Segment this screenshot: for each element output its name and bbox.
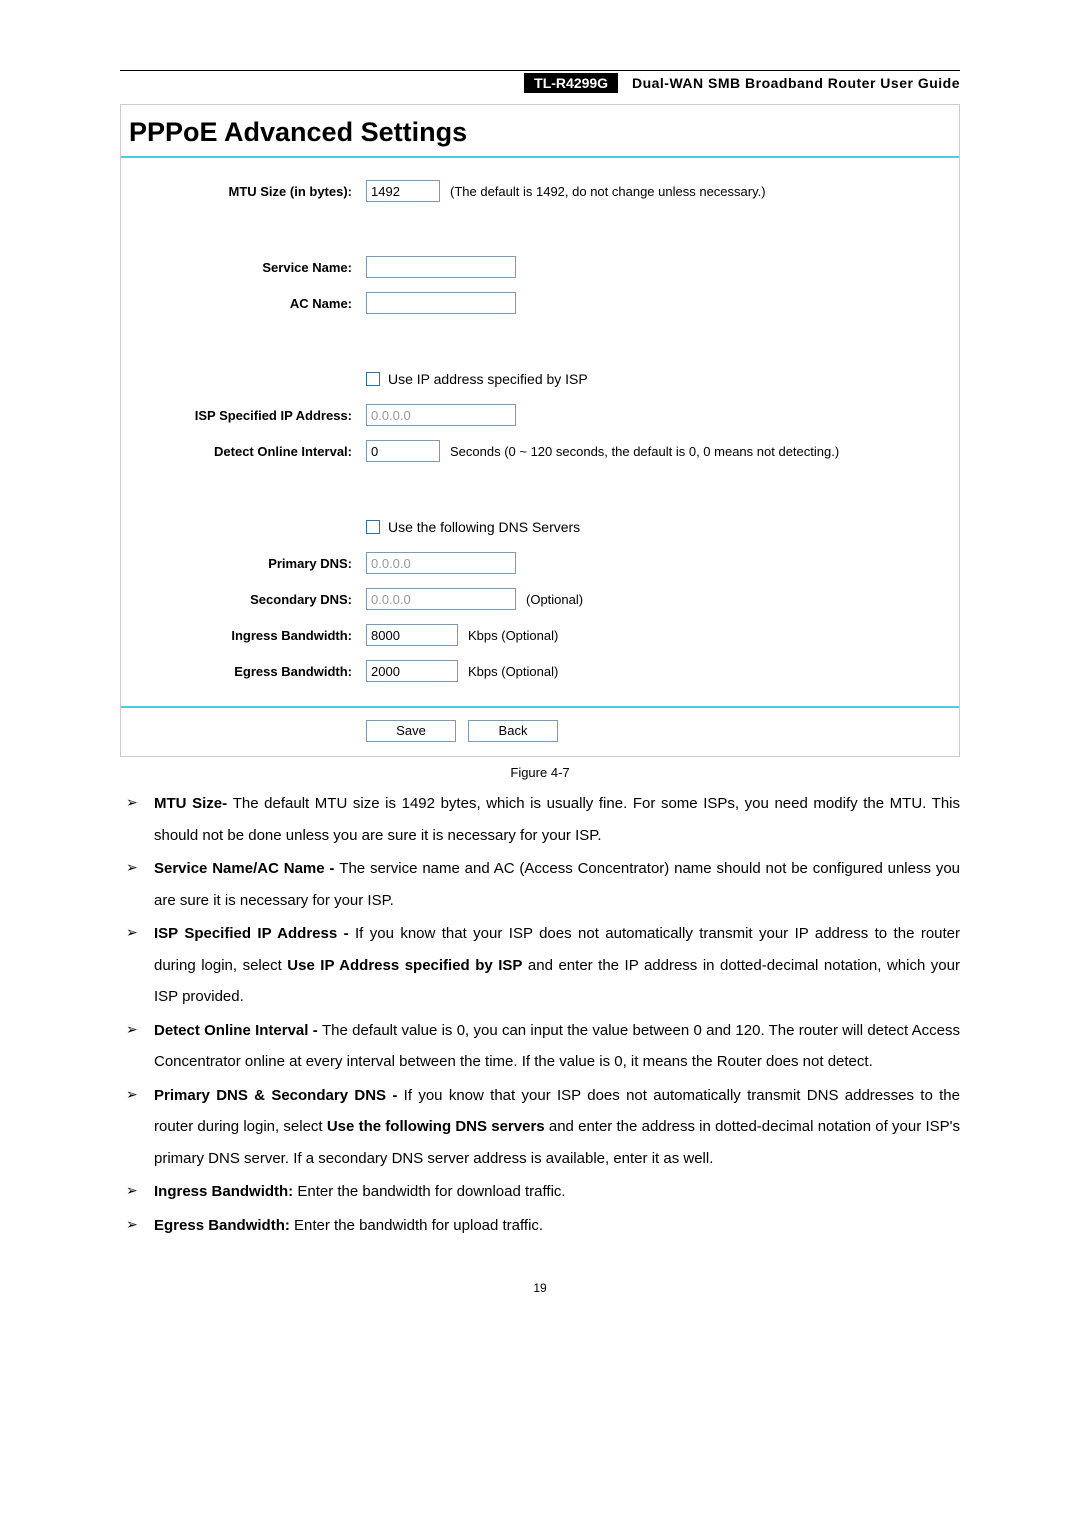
figure-caption: Figure 4-7 — [120, 765, 960, 780]
ingress-bw-label: Ingress Bandwidth: — [131, 628, 366, 643]
ingress-bw-input[interactable] — [366, 624, 458, 646]
primary-dns-label: Primary DNS: — [131, 556, 366, 571]
header-title: Dual-WAN SMB Broadband Router User Guide — [622, 75, 960, 91]
settings-panel: PPPoE Advanced Settings MTU Size (in byt… — [120, 104, 960, 757]
page-number: 19 — [120, 1281, 960, 1295]
detect-interval-label: Detect Online Interval: — [131, 444, 366, 459]
detect-interval-hint: Seconds (0 ~ 120 seconds, the default is… — [450, 444, 839, 459]
isp-ip-label: ISP Specified IP Address: — [131, 408, 366, 423]
save-button[interactable]: Save — [366, 720, 456, 742]
desc-dns: Primary DNS & Secondary DNS - If you kno… — [120, 1080, 960, 1175]
primary-dns-input[interactable] — [366, 552, 516, 574]
header-model: TL-R4299G — [524, 73, 618, 93]
desc-service-name: Service Name/AC Name - The service name … — [120, 853, 960, 916]
use-dns-checkbox[interactable] — [366, 520, 380, 534]
use-isp-ip-checkbox[interactable] — [366, 372, 380, 386]
egress-bw-label: Egress Bandwidth: — [131, 664, 366, 679]
panel-heading: PPPoE Advanced Settings — [121, 105, 959, 158]
detect-interval-input[interactable] — [366, 440, 440, 462]
page-header: TL-R4299G Dual-WAN SMB Broadband Router … — [120, 70, 960, 94]
use-dns-label: Use the following DNS Servers — [388, 519, 580, 535]
ac-name-input[interactable] — [366, 292, 516, 314]
secondary-dns-label: Secondary DNS: — [131, 592, 366, 607]
isp-ip-input[interactable] — [366, 404, 516, 426]
ac-name-label: AC Name: — [131, 296, 366, 311]
mtu-size-hint: (The default is 1492, do not change unle… — [450, 184, 766, 199]
back-button[interactable]: Back — [468, 720, 558, 742]
desc-isp-ip: ISP Specified IP Address - If you know t… — [120, 918, 960, 1013]
service-name-input[interactable] — [366, 256, 516, 278]
egress-bw-input[interactable] — [366, 660, 458, 682]
service-name-label: Service Name: — [131, 260, 366, 275]
mtu-size-input[interactable] — [366, 180, 440, 202]
desc-detect-interval: Detect Online Interval - The default val… — [120, 1015, 960, 1078]
description-list: MTU Size- The default MTU size is 1492 b… — [120, 788, 960, 1241]
desc-egress: Egress Bandwidth: Enter the bandwidth fo… — [120, 1210, 960, 1242]
secondary-dns-hint: (Optional) — [526, 592, 583, 607]
desc-mtu: MTU Size- The default MTU size is 1492 b… — [120, 788, 960, 851]
egress-bw-hint: Kbps (Optional) — [468, 664, 558, 679]
mtu-size-label: MTU Size (in bytes): — [131, 184, 366, 199]
use-isp-ip-label: Use IP address specified by ISP — [388, 371, 588, 387]
secondary-dns-input[interactable] — [366, 588, 516, 610]
desc-ingress: Ingress Bandwidth: Enter the bandwidth f… — [120, 1176, 960, 1208]
ingress-bw-hint: Kbps (Optional) — [468, 628, 558, 643]
